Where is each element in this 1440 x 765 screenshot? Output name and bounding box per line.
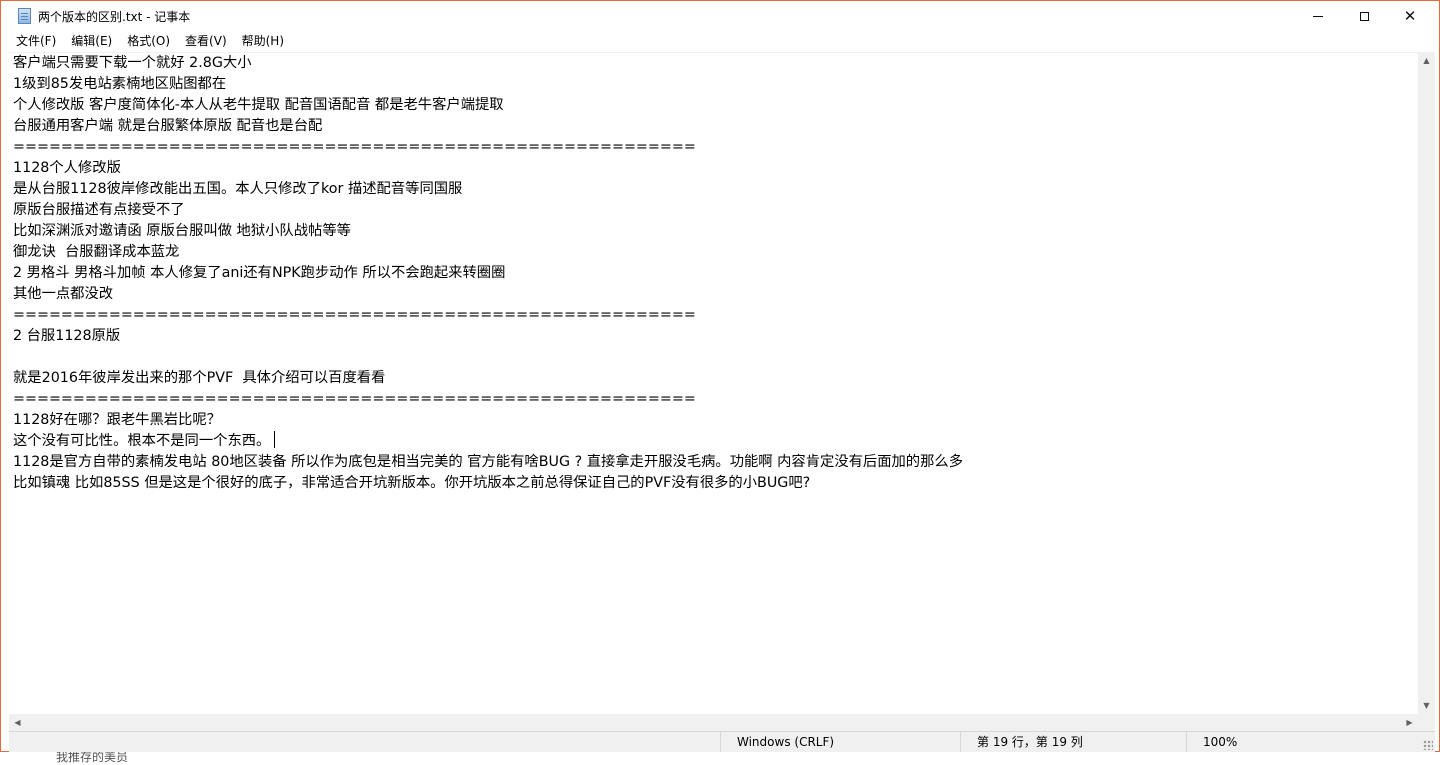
horizontal-scrollbar[interactable]: ◀ ▶ (9, 714, 1418, 731)
text-line-content: 其他一点都没改 (13, 286, 114, 302)
text-line-content: 这个没有可比性。根本不是同一个东西。 (13, 433, 271, 449)
status-cursor-position: 第 19 行，第 19 列 (960, 732, 1186, 752)
text-line-content: ========================================… (13, 307, 696, 323)
text-line: 1128好在哪？跟老牛黑岩比呢？ (13, 410, 1418, 431)
text-line: 2 台服1128原版 (13, 326, 1418, 347)
text-line-content: 比如镇魂 比如85SS 但是这是个很好的底子，非常适合开坑新版本。你开坑版本之前… (13, 475, 811, 491)
notepad-app-icon (18, 8, 31, 24)
maximize-button[interactable] (1341, 1, 1387, 31)
text-line: 比如镇魂 比如85SS 但是这是个很好的底子，非常适合开坑新版本。你开坑版本之前… (13, 473, 1418, 494)
text-line-content: ========================================… (13, 391, 696, 407)
minimize-icon (1313, 15, 1323, 17)
text-line: 1级到85发电站素楠地区贴图都在 (13, 74, 1418, 95)
text-line-content: 2 男格斗 男格斗加帧 本人修复了ani还有NPK跑步动作 所以不会跑起来转圈圈 (13, 265, 506, 281)
text-line-content: 2 台服1128原版 (13, 328, 121, 344)
text-line: 比如深渊派对邀请函 原版台服叫做 地狱小队战帖等等 (13, 221, 1418, 242)
text-line: 2 男格斗 男格斗加帧 本人修复了ani还有NPK跑步动作 所以不会跑起来转圈圈 (13, 263, 1418, 284)
scroll-up-arrow-icon[interactable]: ▲ (1418, 52, 1435, 69)
menu-help[interactable]: 帮助(H) (235, 31, 291, 51)
text-line (13, 347, 1418, 368)
status-encoding: Windows (CRLF) (720, 732, 960, 752)
text-line: 这个没有可比性。根本不是同一个东西。 (13, 431, 1418, 452)
text-line: 御龙诀 台服翻译成本蓝龙 (13, 242, 1418, 263)
text-line: 1128个人修改版 (13, 158, 1418, 179)
text-line: 原版台服描述有点接受不了 (13, 200, 1418, 221)
text-line: 1128是官方自带的素楠发电站 80地区装备 所以作为底包是相当完美的 官方能有… (13, 452, 1418, 473)
menu-view[interactable]: 查看(V) (178, 31, 234, 51)
menu-file[interactable]: 文件(F) (9, 31, 63, 51)
text-line: 就是2016年彼岸发出来的那个PVF 具体介绍可以百度看看 (13, 368, 1418, 389)
text-line: 其他一点都没改 (13, 284, 1418, 305)
text-line: 是从台服1128彼岸修改能出五国。本人只修改了kor 描述配音等同国服 (13, 179, 1418, 200)
text-line-content: ========================================… (13, 139, 696, 155)
text-line-content: 1128是官方自带的素楠发电站 80地区装备 所以作为底包是相当完美的 官方能有… (13, 454, 963, 470)
text-line-content: 1128个人修改版 (13, 160, 121, 176)
text-line: 台服通用客户端 就是台服繁体原版 配音也是台配 (13, 116, 1418, 137)
scroll-right-arrow-icon[interactable]: ▶ (1401, 714, 1418, 731)
text-editor[interactable]: 客户端只需要下载一个就好 2.8G大小 1级到85发电站素楠地区贴图都在个人修改版… (9, 52, 1418, 715)
text-line-content: 台服通用客户端 就是台服繁体原版 配音也是台配 (13, 118, 323, 134)
minimize-button[interactable] (1295, 1, 1341, 31)
menu-format[interactable]: 格式(O) (120, 31, 177, 51)
text-line-content: 1级到85发电站素楠地区贴图都在 (13, 76, 227, 92)
vertical-scrollbar[interactable]: ▲ ▼ (1418, 52, 1435, 714)
menu-bar: 文件(F) 编辑(E) 格式(O) 查看(V) 帮助(H) (1, 31, 1439, 51)
text-line: ========================================… (13, 389, 1418, 410)
title-bar[interactable]: 两个版本的区别.txt - 记事本 ✕ (1, 1, 1439, 31)
text-line-content: 比如深渊派对邀请函 原版台服叫做 地狱小队战帖等等 (13, 223, 351, 239)
status-zoom: 100% (1186, 732, 1426, 752)
menu-edit[interactable]: 编辑(E) (64, 31, 119, 51)
resize-grip-icon[interactable] (1423, 740, 1433, 750)
maximize-icon (1359, 11, 1369, 21)
close-icon: ✕ (1403, 6, 1417, 25)
close-button[interactable]: ✕ (1387, 1, 1433, 31)
text-line-content: 客户端只需要下载一个就好 2.8G大小 (13, 55, 252, 71)
text-line: ========================================… (13, 305, 1418, 326)
editor-lines: 客户端只需要下载一个就好 2.8G大小 1级到85发电站素楠地区贴图都在个人修改版… (9, 53, 1418, 494)
text-line-content: 原版台服描述有点接受不了 (13, 202, 185, 218)
text-line-content: 就是2016年彼岸发出来的那个PVF 具体介绍可以百度看看 (13, 370, 386, 386)
text-line: 个人修改版 客户度简体化-本人从老牛提取 配音国语配音 都是老牛客户端提取 (13, 95, 1418, 116)
notepad-window: 两个版本的区别.txt - 记事本 ✕ 文件(F) 编辑(E) 格式(O) 查看… (0, 0, 1440, 752)
text-line: ========================================… (13, 137, 1418, 158)
scroll-left-arrow-icon[interactable]: ◀ (9, 714, 26, 731)
scroll-down-arrow-icon[interactable]: ▼ (1418, 697, 1435, 714)
window-title: 两个版本的区别.txt - 记事本 (38, 10, 191, 24)
text-line-content: 个人修改版 客户度简体化-本人从老牛提取 配音国语配音 都是老牛客户端提取 (13, 97, 504, 113)
status-bar: Windows (CRLF) 第 19 行，第 19 列 100% (9, 731, 1435, 752)
text-line-content: 是从台服1128彼岸修改能出五国。本人只修改了kor 描述配音等同国服 (13, 181, 463, 197)
text-caret (274, 431, 276, 448)
text-line-content: 1128好在哪？跟老牛黑岩比呢？ (13, 412, 221, 428)
text-line: 客户端只需要下载一个就好 2.8G大小 (13, 53, 1418, 74)
scrollbar-corner (1418, 714, 1435, 731)
text-line-content: 御龙诀 台服翻译成本蓝龙 (13, 244, 180, 260)
